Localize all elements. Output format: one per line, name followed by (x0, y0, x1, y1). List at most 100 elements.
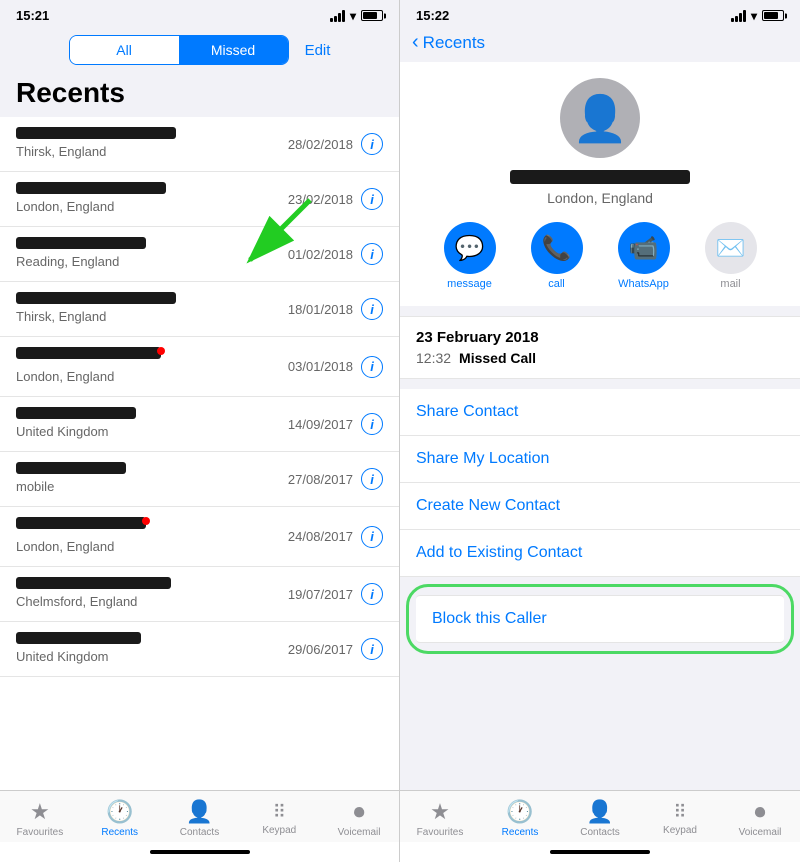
recent-location: Thirsk, England (16, 144, 106, 159)
add-existing-item[interactable]: Add to Existing Contact (400, 530, 800, 577)
back-label[interactable]: Recents (423, 33, 485, 53)
back-chevron-icon[interactable]: ‹ (412, 31, 419, 54)
info-button[interactable]: i (361, 526, 383, 548)
list-item[interactable]: Thirsk, England 28/02/2018 i (0, 117, 399, 172)
tab-all[interactable]: All (70, 36, 179, 64)
list-item[interactable]: Thirsk, England 18/01/2018 i (0, 282, 399, 337)
right-tab-contacts[interactable]: 👤 Contacts (560, 799, 640, 838)
right-home-indicator (400, 842, 800, 862)
mail-action-button[interactable]: ✉️ mail (705, 222, 757, 290)
tab-label: Keypad (262, 825, 296, 836)
recent-location: Chelmsford, England (16, 594, 137, 609)
right-time: 15:22 (416, 8, 449, 23)
info-button[interactable]: i (361, 468, 383, 490)
block-caller-button[interactable]: Block this Caller (432, 610, 547, 627)
recent-info: Chelmsford, England (16, 577, 288, 611)
list-item[interactable]: London, England 24/08/2017 i (0, 507, 399, 567)
recent-location: United Kingdom (16, 424, 109, 439)
recent-right: 24/08/2017 i (288, 526, 383, 548)
call-date: 23 February 2018 (416, 329, 784, 346)
left-tab-voicemail[interactable]: ⏺ Voicemail (319, 799, 399, 838)
call-action-button[interactable]: 📞 call (531, 222, 583, 290)
list-item[interactable]: Reading, England 01/02/2018 i (0, 227, 399, 282)
tab-label: Voicemail (338, 827, 381, 838)
recent-info: United Kingdom (16, 632, 288, 666)
right-tab-keypad[interactable]: ⠿ Keypad (640, 802, 720, 836)
edit-button[interactable]: Edit (289, 42, 331, 59)
message-label: message (447, 278, 492, 290)
call-icon: 📞 (531, 222, 583, 274)
info-button[interactable]: i (361, 188, 383, 210)
list-item[interactable]: United Kingdom 29/06/2017 i (0, 622, 399, 677)
share-contact-item[interactable]: Share Contact (400, 389, 800, 436)
keypad-icon: ⠿ (273, 802, 286, 823)
recent-info: Reading, England (16, 237, 288, 271)
info-button[interactable]: i (361, 243, 383, 265)
recent-date: 24/08/2017 (288, 529, 353, 544)
info-button[interactable]: i (361, 638, 383, 660)
list-item[interactable]: London, England 03/01/2018 i (0, 337, 399, 397)
share-location-item[interactable]: Share My Location (400, 436, 800, 483)
recent-name-bar (16, 347, 161, 359)
recent-name-bar (16, 127, 176, 139)
recent-info: United Kingdom (16, 407, 288, 441)
recent-location: London, England (16, 539, 114, 554)
info-button[interactable]: i (361, 133, 383, 155)
right-bottom-tabbar: ★ Favourites 🕐 Recents 👤 Contacts ⠿ Keyp… (400, 790, 800, 842)
recent-right: 23/02/2018 i (288, 188, 383, 210)
block-section-wrapper: Block this Caller (400, 595, 800, 643)
recent-right: 29/06/2017 i (288, 638, 383, 660)
message-action-button[interactable]: 💬 message (444, 222, 496, 290)
right-tab-recents[interactable]: 🕐 Recents (480, 799, 560, 838)
info-button[interactable]: i (361, 298, 383, 320)
left-tab-recents[interactable]: 🕐 Recents (80, 799, 160, 838)
list-item[interactable]: mobile 27/08/2017 i (0, 452, 399, 507)
tab-label: Keypad (663, 825, 697, 836)
contact-location: London, England (547, 190, 653, 206)
whatsapp-icon: 📹 (618, 222, 670, 274)
info-button[interactable]: i (361, 583, 383, 605)
create-contact-item[interactable]: Create New Contact (400, 483, 800, 530)
info-button[interactable]: i (361, 413, 383, 435)
right-tab-favourites[interactable]: ★ Favourites (400, 799, 480, 838)
recent-date: 19/07/2017 (288, 587, 353, 602)
left-tab-contacts[interactable]: 👤 Contacts (160, 799, 240, 838)
recent-info: London, England (16, 182, 288, 216)
recent-info: Thirsk, England (16, 292, 288, 326)
left-panel: 15:21 ▾ All Missed Edit Recents (0, 0, 400, 862)
recent-info: mobile (16, 462, 288, 496)
star-icon: ★ (30, 799, 50, 825)
recent-date: 03/01/2018 (288, 359, 353, 374)
info-button[interactable]: i (361, 356, 383, 378)
recents-list: Thirsk, England 28/02/2018 i London, Eng… (0, 117, 399, 790)
left-tab-favourites[interactable]: ★ Favourites (0, 799, 80, 838)
back-row: ‹ Recents (400, 27, 800, 62)
missed-dot (142, 517, 150, 525)
recent-date: 28/02/2018 (288, 137, 353, 152)
home-bar (550, 850, 650, 854)
signal-icon (330, 10, 345, 22)
call-status: Missed Call (459, 350, 536, 366)
right-tab-voicemail[interactable]: ⏺ Voicemail (720, 799, 800, 838)
right-battery-icon (762, 10, 784, 21)
recent-location: mobile (16, 479, 54, 494)
recent-right: 18/01/2018 i (288, 298, 383, 320)
tab-missed[interactable]: Missed (179, 36, 288, 64)
recent-right: 19/07/2017 i (288, 583, 383, 605)
list-item[interactable]: London, England 23/02/2018 i (0, 172, 399, 227)
list-item[interactable]: Chelmsford, England 19/07/2017 i (0, 567, 399, 622)
right-signal-icon (731, 10, 746, 22)
call-time: 12:32 (416, 350, 451, 366)
block-section: Block this Caller (416, 595, 784, 643)
recent-info: London, England (16, 517, 288, 556)
mail-icon: ✉️ (705, 222, 757, 274)
right-status-bar: 15:22 ▾ (400, 0, 800, 27)
recent-name-bar (16, 577, 171, 589)
list-item[interactable]: United Kingdom 14/09/2017 i (0, 397, 399, 452)
recents-icon: 🕐 (106, 799, 133, 825)
recent-date: 29/06/2017 (288, 642, 353, 657)
left-tab-keypad[interactable]: ⠿ Keypad (239, 802, 319, 836)
whatsapp-action-button[interactable]: 📹 WhatsApp (618, 222, 670, 290)
tab-label: Contacts (180, 827, 219, 838)
tab-label: Favourites (17, 827, 64, 838)
